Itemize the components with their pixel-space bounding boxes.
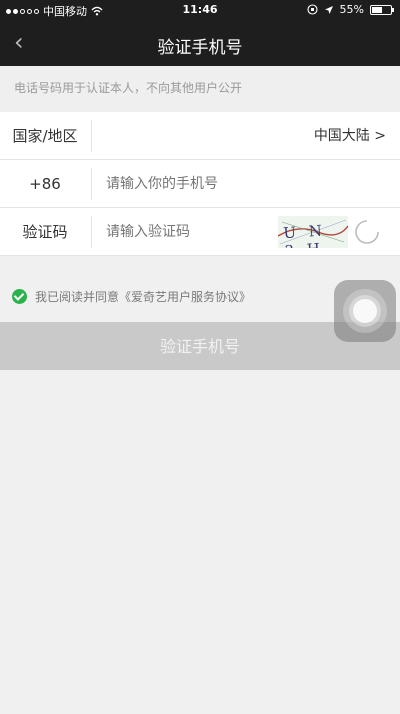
country-row[interactable]: 国家/地区 中国大陆 >: [0, 112, 400, 160]
location-arrow-icon: [324, 5, 333, 14]
divider: [91, 120, 92, 152]
country-label: 国家/地区: [12, 127, 78, 145]
checkmark-icon[interactable]: [12, 288, 27, 304]
agreement-text[interactable]: 我已阅读并同意《爱奇艺用户服务协议》: [35, 288, 251, 305]
phone-row: +86: [0, 160, 400, 208]
refresh-icon[interactable]: [354, 219, 380, 245]
battery-percent: 55%: [339, 3, 364, 16]
captcha-label: 验证码: [22, 223, 68, 241]
divider: [91, 168, 92, 200]
country-selector[interactable]: 中国大陆 >: [314, 112, 386, 160]
status-bar: 中国移动 11:46 55%: [0, 0, 400, 22]
captcha-text: U N 3 H: [282, 221, 327, 248]
captcha-image[interactable]: U N 3 H: [278, 216, 348, 248]
divider: [91, 216, 92, 248]
header: 中国移动 11:46 55% ‹ 验证手机号: [0, 0, 400, 66]
nav-bar: ‹ 验证手机号: [0, 22, 400, 66]
assistive-touch-icon[interactable]: [334, 280, 396, 342]
privacy-notice: 电话号码用于认证本人，不向其他用户公开: [0, 66, 400, 110]
page-title: 验证手机号: [157, 38, 243, 58]
orientation-lock-icon: [306, 4, 318, 15]
battery-icon: [370, 4, 394, 15]
phone-input[interactable]: [106, 160, 266, 208]
captcha-row: 验证码 U N 3 H: [0, 208, 400, 256]
country-code[interactable]: +86: [0, 160, 90, 208]
captcha-input[interactable]: [106, 208, 266, 256]
agreement-checkbox[interactable]: 我已阅读并同意《爱奇艺用户服务协议》: [12, 286, 251, 306]
